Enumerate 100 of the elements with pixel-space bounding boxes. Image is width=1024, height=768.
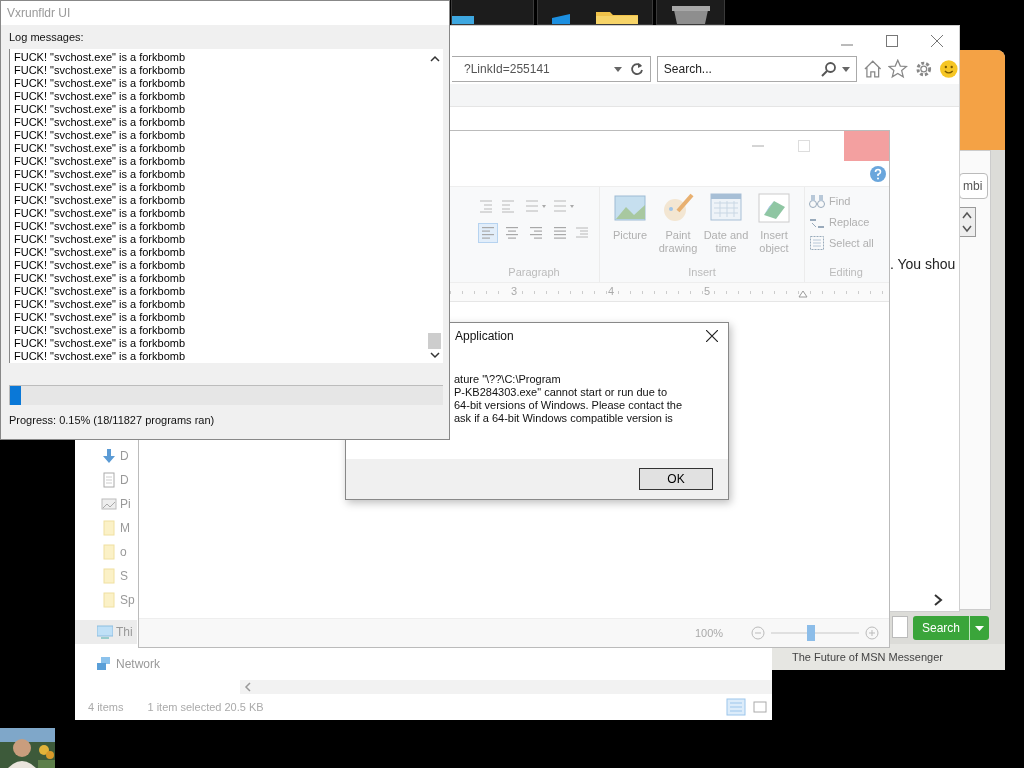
- log-line: FUCK! "svchost.exe" is a forkbomb: [14, 233, 187, 246]
- log-list[interactable]: [9, 49, 443, 363]
- log-line: FUCK! "svchost.exe" is a forkbomb: [14, 350, 187, 363]
- log-line: FUCK! "svchost.exe" is a forkbomb: [14, 77, 187, 90]
- insert-button[interactable]: Paint drawing: [655, 193, 701, 255]
- status-text: 1 item selected 20.5 KB: [147, 701, 264, 713]
- maximize-icon[interactable]: [886, 35, 898, 47]
- nav-item[interactable]: Network: [75, 652, 164, 676]
- caret-icon[interactable]: [841, 67, 850, 72]
- paragraph-icon[interactable]: [574, 226, 590, 240]
- dropdown-button[interactable]: [969, 616, 989, 640]
- log-line: FUCK! "svchost.exe" is a forkbomb: [14, 194, 187, 207]
- home-icon[interactable]: [862, 59, 883, 79]
- editing-button[interactable]: Replace: [809, 214, 874, 230]
- object-icon: [758, 193, 790, 223]
- align-button[interactable]: [478, 223, 498, 243]
- star-icon[interactable]: [888, 59, 908, 79]
- ok-button[interactable]: OK: [639, 468, 713, 490]
- message-line: 64-bit versions of Windows. Please contact the: [454, 399, 684, 412]
- search-field[interactable]: Search...: [656, 56, 857, 82]
- refresh-icon[interactable]: [629, 62, 644, 76]
- folder-icon: [101, 544, 117, 560]
- log-line: FUCK! "svchost.exe" is a forkbomb: [14, 259, 187, 272]
- log-line: FUCK! "svchost.exe" is a forkbomb: [14, 51, 187, 64]
- message-line: ature "\??\C:\Program: [454, 373, 562, 386]
- scroll-thumb[interactable]: [428, 333, 441, 349]
- scroll-up-icon[interactable]: [429, 55, 440, 62]
- slider-thumb[interactable]: [806, 625, 815, 641]
- picture-icon: [101, 496, 117, 512]
- network-icon: [97, 656, 113, 672]
- search-icon[interactable]: [820, 61, 837, 77]
- insert-button[interactable]: Date and time: [703, 193, 749, 255]
- select-all-icon: [809, 235, 825, 251]
- log-line: FUCK! "svchost.exe" is a forkbomb: [14, 103, 187, 116]
- picture-icon: [614, 193, 646, 223]
- nav-item[interactable]: D: [75, 468, 137, 492]
- log-line: FUCK! "svchost.exe" is a forkbomb: [14, 298, 187, 311]
- log-line: FUCK! "svchost.exe" is a forkbomb: [14, 207, 187, 220]
- scrollbar[interactable]: [240, 680, 772, 694]
- caret-icon[interactable]: [613, 66, 622, 72]
- text-field[interactable]: mbi: [959, 173, 988, 199]
- insert-button[interactable]: Insert object: [751, 193, 797, 255]
- nav-item[interactable]: Sp: [75, 588, 137, 612]
- taskbar-button[interactable]: [537, 0, 653, 25]
- align-left-icon: [480, 226, 496, 240]
- nav-item[interactable]: S: [75, 564, 137, 588]
- settings-icon[interactable]: [913, 59, 934, 79]
- paint-icon: [662, 193, 694, 223]
- search-field[interactable]: [892, 616, 908, 638]
- close-icon[interactable]: [706, 330, 718, 342]
- download-icon: [101, 448, 117, 464]
- log-line: FUCK! "svchost.exe" is a forkbomb: [14, 116, 187, 129]
- nav-item[interactable]: D: [75, 444, 137, 468]
- field-label: Log messages:: [9, 31, 85, 45]
- log-line: FUCK! "svchost.exe" is a forkbomb: [14, 155, 187, 168]
- insert-button[interactable]: Picture: [607, 193, 653, 255]
- view-mode-icon[interactable]: [726, 698, 770, 716]
- computer-icon: [97, 624, 113, 640]
- window-icon: [452, 14, 474, 24]
- search-button[interactable]: Search: [913, 616, 969, 640]
- message-line: ask if a 64-bit Windows compatible version is: [454, 412, 674, 425]
- log-line: FUCK! "svchost.exe" is a forkbomb: [14, 90, 187, 103]
- window-title: Vxrunfldr UI: [7, 6, 71, 20]
- scroll-down-icon[interactable]: [429, 352, 440, 359]
- log-line: FUCK! "svchost.exe" is a forkbomb: [14, 272, 187, 285]
- log-line: FUCK! "svchost.exe" is a forkbomb: [14, 324, 187, 337]
- document-icon: [101, 472, 117, 488]
- zoom-out-icon[interactable]: [751, 626, 766, 640]
- scroll-left-icon[interactable]: [244, 682, 252, 692]
- editing-button[interactable]: Select all: [809, 235, 874, 251]
- log-line: FUCK! "svchost.exe" is a forkbomb: [14, 181, 187, 194]
- align-justify-icon: [552, 226, 568, 240]
- folder-icon: [101, 568, 117, 584]
- address-bar[interactable]: ?LinkId=255141: [452, 56, 651, 82]
- help-icon[interactable]: [870, 165, 886, 182]
- trash-icon: [671, 6, 710, 24]
- log-line: FUCK! "svchost.exe" is a forkbomb: [14, 220, 187, 233]
- progress-text: Progress: 0.15% (18/11827 programs ran): [9, 414, 216, 426]
- dialog-title: Application: [455, 329, 514, 343]
- nav-item[interactable]: o: [75, 540, 137, 564]
- status-text: The Future of MSN Messenger: [792, 651, 943, 663]
- message-line: P-KB284303.exe" cannot start or run due to: [454, 386, 669, 399]
- log-line: FUCK! "svchost.exe" is a forkbomb: [14, 64, 187, 77]
- indent-marker-icon[interactable]: [798, 288, 808, 298]
- folder-icon: [596, 10, 638, 24]
- taskbar-button[interactable]: [656, 0, 725, 25]
- status-text: 4 items: [88, 701, 124, 713]
- taskbar-button[interactable]: [451, 0, 534, 25]
- scroll-right-icon[interactable]: [933, 594, 943, 606]
- log-line: FUCK! "svchost.exe" is a forkbomb: [14, 285, 187, 298]
- log-line: FUCK! "svchost.exe" is a forkbomb: [14, 129, 187, 142]
- nav-item[interactable]: Pi: [75, 492, 137, 516]
- editing-button[interactable]: Find: [809, 193, 874, 209]
- log-line: FUCK! "svchost.exe" is a forkbomb: [14, 246, 187, 259]
- nav-item[interactable]: M: [75, 516, 137, 540]
- smiley-icon[interactable]: [939, 59, 959, 79]
- nav-item[interactable]: Thi: [75, 620, 137, 644]
- zoom-in-icon[interactable]: [865, 626, 880, 640]
- zoom-level: 100%: [695, 627, 724, 639]
- log-line: FUCK! "svchost.exe" is a forkbomb: [14, 142, 187, 155]
